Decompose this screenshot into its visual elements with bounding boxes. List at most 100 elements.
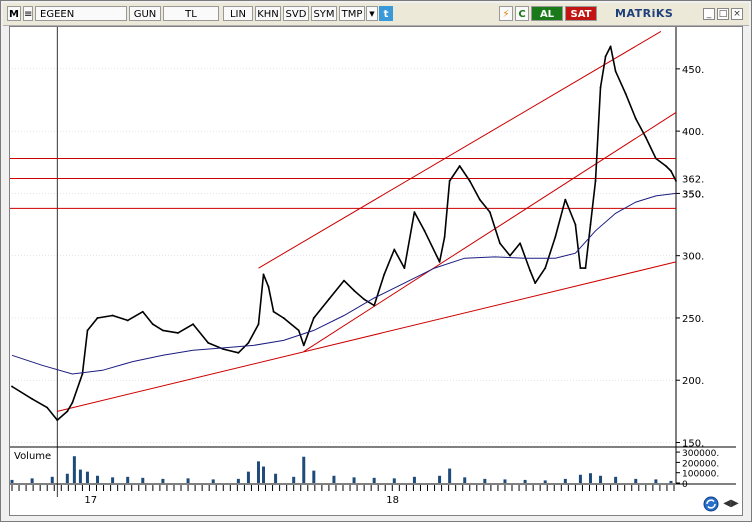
scroll-right-button[interactable]: ◀▶ <box>723 497 739 511</box>
volume-bar <box>30 478 34 483</box>
twitter-icon[interactable]: t <box>379 6 393 21</box>
volume-bar <box>654 479 658 483</box>
price-point <box>403 267 406 270</box>
volume-bar <box>392 478 396 483</box>
chevron-down-icon[interactable]: ▼ <box>366 6 378 21</box>
volume-label: Volume <box>14 451 51 462</box>
price-point <box>665 165 667 167</box>
volume-bar <box>78 469 82 483</box>
volume-bar <box>141 477 145 483</box>
price-point <box>96 317 99 319</box>
price-point <box>604 55 607 58</box>
period-button[interactable]: GUN <box>129 6 161 21</box>
sync-icon[interactable] <box>701 495 721 513</box>
price-point <box>534 282 537 284</box>
volume-bar <box>10 479 14 483</box>
price-point <box>192 323 194 326</box>
price-chart-svg[interactable]: 150.200.250.300.350.400.450.362.350.Volu… <box>10 27 742 515</box>
volume-tick-label: 100000. <box>682 470 719 480</box>
x-tick-label: 17 <box>84 495 97 506</box>
price-tag-label: 350. <box>682 189 704 200</box>
price-point <box>670 170 672 172</box>
volume-bar <box>312 470 316 483</box>
price-point <box>151 323 154 326</box>
price-point <box>237 351 240 354</box>
price-point <box>141 310 144 313</box>
price-point <box>519 242 521 245</box>
price-point <box>46 406 49 409</box>
sym-button[interactable]: SYM <box>311 6 337 21</box>
price-point <box>282 317 285 319</box>
volume-bar <box>65 473 69 483</box>
price-point <box>257 323 260 326</box>
price-point <box>579 267 582 270</box>
price-point <box>443 236 446 238</box>
volume-bar <box>448 468 452 483</box>
price-point <box>423 229 426 232</box>
price-point <box>302 344 305 347</box>
price-point <box>644 136 647 139</box>
price-point <box>614 70 617 73</box>
m-button[interactable]: M <box>7 6 21 21</box>
y-tick-label: 200. <box>682 376 704 387</box>
volume-bar <box>523 479 527 483</box>
volume-bar <box>412 476 416 483</box>
volume-bar <box>599 475 603 483</box>
price-point <box>207 341 210 344</box>
price-point <box>262 273 265 276</box>
price-point <box>488 211 491 213</box>
volume-tick-label: 0 <box>682 480 688 490</box>
chart-area[interactable]: 150. 200. 250. 300. 350. 400. 450. 362. 350. Volu… <box>9 26 743 516</box>
maximize-button[interactable]: □ <box>717 8 729 20</box>
scale-button[interactable]: LIN <box>223 6 253 21</box>
volume-bar <box>438 475 442 483</box>
brand-logo: MATRiKS <box>615 7 674 20</box>
chart-window: M ≡ EGEEN GUN TL LIN KHN SVD SYM TMP ▼ t… <box>0 0 752 522</box>
price-point <box>499 242 501 245</box>
price-point <box>312 317 315 319</box>
volume-bar <box>503 479 507 483</box>
buy-button[interactable]: AL <box>531 6 563 21</box>
lightning-icon[interactable]: ⚡ <box>499 6 513 21</box>
volume-bar <box>292 476 296 483</box>
price-point <box>529 269 532 272</box>
price-point <box>222 348 225 350</box>
volume-bar <box>96 475 100 483</box>
volume-bar <box>111 477 115 483</box>
volume-bar <box>85 471 89 483</box>
price-point <box>162 329 164 332</box>
khn-button[interactable]: KHN <box>255 6 281 21</box>
currency-button[interactable]: TL <box>163 6 219 21</box>
compare-icon[interactable]: ≡ <box>23 6 33 21</box>
volume-bar <box>302 456 306 483</box>
refresh-icon[interactable]: C <box>515 6 529 21</box>
symbol-field[interactable]: EGEEN <box>35 6 127 21</box>
price-point <box>81 373 84 375</box>
price-point <box>574 223 577 226</box>
price-point <box>267 285 270 288</box>
price-tag-label: 362. <box>682 174 704 185</box>
close-button[interactable]: × <box>731 8 743 20</box>
tmp-button[interactable]: TMP <box>339 6 365 21</box>
volume-tick-label: 200000. <box>682 459 719 469</box>
trendline <box>303 112 677 353</box>
price-point <box>624 92 627 95</box>
toolbar: M ≡ EGEEN GUN TL LIN KHN SVD SYM TMP ▼ t… <box>3 3 749 26</box>
price-point <box>675 180 677 182</box>
y-tick-label: 150. <box>682 439 704 450</box>
price-point <box>177 332 179 334</box>
volume-bar <box>578 474 582 483</box>
price-point <box>56 419 59 421</box>
svd-button[interactable]: SVD <box>283 6 309 21</box>
volume-bar <box>161 478 165 483</box>
volume-bar <box>614 476 618 483</box>
price-point <box>599 86 602 89</box>
y-tick-label: 300. <box>682 252 704 263</box>
volume-bar <box>588 473 592 483</box>
sell-button[interactable]: SAT <box>565 6 597 21</box>
volume-bar <box>483 478 487 483</box>
minimize-button[interactable]: _ <box>703 8 715 20</box>
price-point <box>609 45 612 48</box>
price-point <box>373 304 376 307</box>
price-point <box>71 401 74 404</box>
